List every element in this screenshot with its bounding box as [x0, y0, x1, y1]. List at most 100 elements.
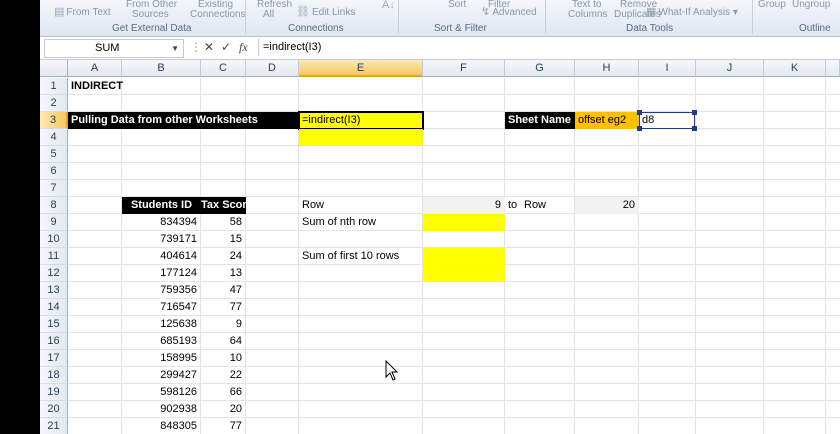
row-header[interactable]: 20: [40, 401, 68, 418]
row-header[interactable]: 4: [40, 129, 68, 146]
row-to-value[interactable]: 20: [575, 197, 639, 214]
advanced-filter-button[interactable]: ↯ Advanced: [481, 7, 537, 18]
yellow-cell-e4[interactable]: [299, 129, 423, 146]
student-id-cell[interactable]: 125638: [122, 316, 201, 333]
column-header-j[interactable]: J: [696, 60, 764, 77]
tax-score-header[interactable]: Tax Score: [201, 197, 253, 214]
from-other-sources-button[interactable]: From Other Sources: [126, 0, 177, 20]
column-header-d[interactable]: D: [246, 60, 299, 77]
ungroup-button[interactable]: Ungroup: [792, 0, 830, 10]
column-header-e[interactable]: E: [299, 60, 423, 77]
student-id-cell[interactable]: 299427: [122, 367, 201, 384]
column-header-b[interactable]: B: [122, 60, 201, 77]
resize-handle[interactable]: [692, 126, 697, 131]
column-header-g[interactable]: G: [505, 60, 575, 77]
row-header[interactable]: 6: [40, 163, 68, 180]
row-header[interactable]: 5: [40, 146, 68, 163]
tax-score-cell[interactable]: 58: [201, 214, 246, 231]
tax-score-cell[interactable]: 10: [201, 350, 246, 367]
banner-cell[interactable]: Pulling Data from other Worksheets: [68, 112, 299, 129]
what-if-analysis-button[interactable]: ▦ What-If Analysis ▾: [646, 7, 738, 18]
student-id-cell[interactable]: 902938: [122, 401, 201, 418]
formula-input[interactable]: =indirect(I3): [258, 39, 840, 56]
row-header[interactable]: 18: [40, 367, 68, 384]
tax-score-cell[interactable]: 77: [201, 418, 246, 434]
tax-score-cell[interactable]: 13: [201, 265, 246, 282]
row-header[interactable]: 15: [40, 316, 68, 333]
student-id-cell[interactable]: 177124: [122, 265, 201, 282]
enter-icon[interactable]: ✓: [221, 40, 231, 54]
row-header[interactable]: 13: [40, 282, 68, 299]
student-id-cell[interactable]: 739171: [122, 231, 201, 248]
sum-nth-row-value[interactable]: [423, 214, 505, 231]
row-label[interactable]: Row: [299, 197, 419, 214]
sum-nth-row-label[interactable]: Sum of nth row: [299, 214, 423, 231]
student-id-cell[interactable]: 685193: [122, 333, 201, 350]
row-label-2[interactable]: Row: [521, 197, 575, 214]
mouse-pointer-icon: [385, 360, 399, 381]
insert-function-icon[interactable]: fx: [239, 40, 248, 55]
sheet-title-cell[interactable]: INDIRECT: [68, 78, 188, 95]
resize-handle[interactable]: [637, 110, 642, 115]
chevron-down-icon[interactable]: ▼: [171, 40, 179, 57]
row-header[interactable]: 1: [40, 78, 68, 95]
sum-first-10-value[interactable]: [423, 248, 505, 282]
column-header-f[interactable]: F: [423, 60, 505, 77]
student-id-cell[interactable]: 716547: [122, 299, 201, 316]
tax-score-cell[interactable]: 64: [201, 333, 246, 350]
row-header[interactable]: 9: [40, 214, 68, 231]
resize-handle[interactable]: [637, 126, 642, 131]
column-header-a[interactable]: A: [68, 60, 122, 77]
sheet-name-label[interactable]: Sheet Name: [505, 112, 575, 129]
sum-first-10-label[interactable]: Sum of first 10 rows: [299, 248, 423, 265]
column-header-i[interactable]: I: [639, 60, 696, 77]
refresh-all-button[interactable]: Refresh All: [257, 0, 292, 20]
tax-score-cell[interactable]: 24: [201, 248, 246, 265]
student-id-cell[interactable]: 848305: [122, 418, 201, 434]
row-header[interactable]: 14: [40, 299, 68, 316]
resize-handle[interactable]: [692, 110, 697, 115]
group-button[interactable]: Group: [758, 0, 786, 10]
student-id-cell[interactable]: 404614: [122, 248, 201, 265]
tax-score-cell[interactable]: 47: [201, 282, 246, 299]
row-header[interactable]: 19: [40, 384, 68, 401]
column-header-h[interactable]: H: [575, 60, 639, 77]
gridline: [763, 78, 764, 434]
row-header[interactable]: 2: [40, 95, 68, 112]
row-header[interactable]: 10: [40, 231, 68, 248]
row-header[interactable]: 16: [40, 333, 68, 350]
row-from-value[interactable]: 9: [423, 197, 505, 214]
row-header[interactable]: 7: [40, 180, 68, 197]
column-header-k[interactable]: K: [764, 60, 826, 77]
row-header[interactable]: 12: [40, 265, 68, 282]
sort-button[interactable]: Sort: [448, 0, 466, 10]
column-header-c[interactable]: C: [201, 60, 246, 77]
student-id-cell[interactable]: 158995: [122, 350, 201, 367]
from-text-button[interactable]: ▤ From Text: [54, 7, 111, 18]
cancel-icon[interactable]: ✕: [204, 40, 214, 54]
to-label[interactable]: to: [505, 197, 521, 214]
tax-score-cell[interactable]: 66: [201, 384, 246, 401]
sort-az-icon[interactable]: A↓: [382, 0, 397, 11]
row-header[interactable]: 8: [40, 197, 68, 214]
tax-score-cell[interactable]: 15: [201, 231, 246, 248]
row-header[interactable]: 3: [40, 112, 68, 129]
advanced-icon: ↯: [481, 6, 491, 18]
name-box[interactable]: SUM ▼: [44, 39, 184, 58]
row-header[interactable]: 11: [40, 248, 68, 265]
student-id-cell[interactable]: 598126: [122, 384, 201, 401]
students-id-header[interactable]: Students ID: [122, 197, 201, 214]
student-id-cell[interactable]: 759356: [122, 282, 201, 299]
row-header[interactable]: 17: [40, 350, 68, 367]
existing-connections-button[interactable]: Existing Connections: [190, 0, 246, 20]
tax-score-cell[interactable]: 77: [201, 299, 246, 316]
select-all-corner[interactable]: [40, 60, 68, 77]
tax-score-cell[interactable]: 9: [201, 316, 246, 333]
sheet-name-value[interactable]: offset eg2: [575, 112, 639, 129]
tax-score-cell[interactable]: 20: [201, 401, 246, 418]
row-header[interactable]: 21: [40, 418, 68, 434]
student-id-cell[interactable]: 834394: [122, 214, 201, 231]
tax-score-cell[interactable]: 22: [201, 367, 246, 384]
edit-links-button[interactable]: ⛓ Edit Links: [296, 7, 355, 18]
column-header-next[interactable]: [826, 60, 840, 77]
